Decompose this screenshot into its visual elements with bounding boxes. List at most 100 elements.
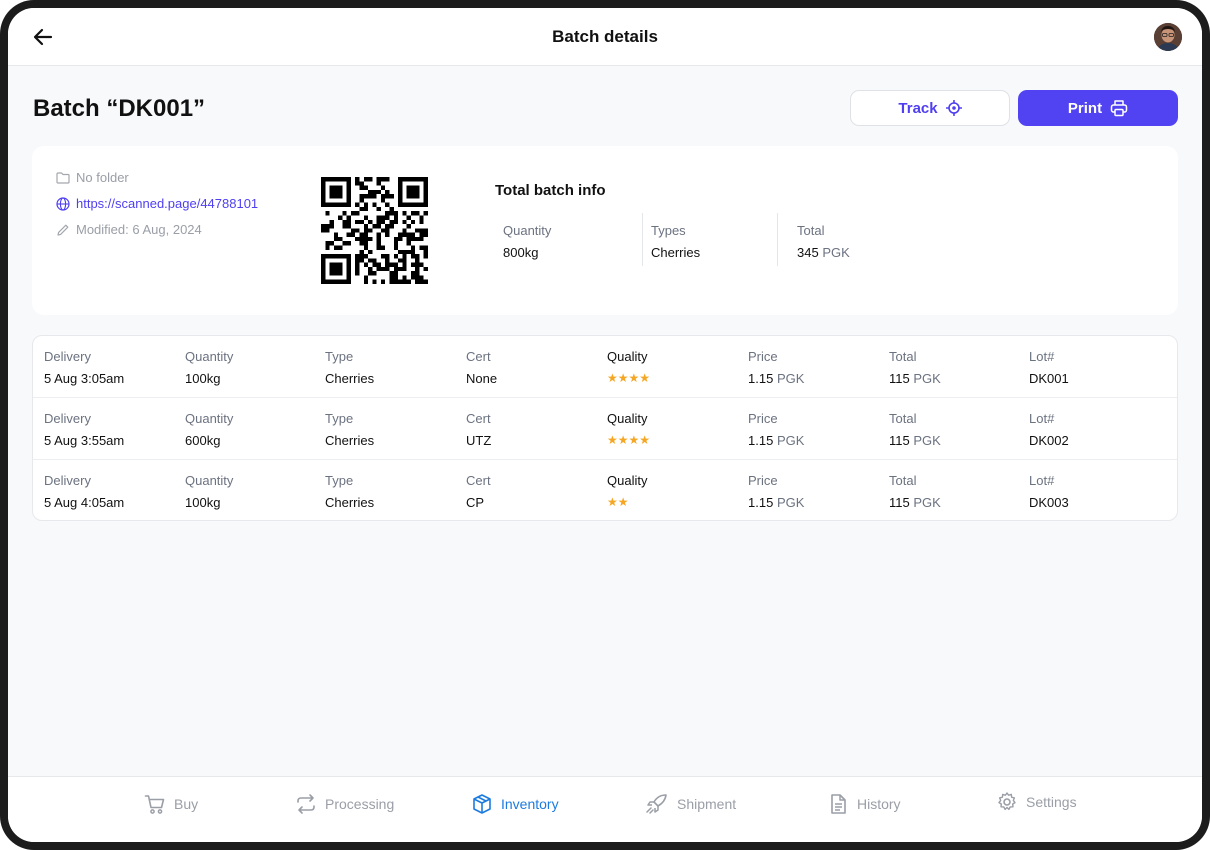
total-value: 115 PGK: [889, 433, 941, 448]
document-icon: [831, 794, 846, 814]
nav-item-shipment[interactable]: Shipment: [645, 793, 736, 815]
folder-text: No folder: [76, 170, 129, 185]
price-unit: PGK: [776, 371, 805, 386]
total-batch-info-title: Total batch info: [495, 182, 606, 199]
globe-icon: [56, 196, 70, 211]
type-cell: Type Cherries: [325, 349, 374, 386]
quantity-label: Quantity: [185, 473, 234, 488]
modified-text: Modified: 6 Aug, 2024: [76, 222, 202, 237]
type-value: Cherries: [325, 433, 375, 448]
device-frame: Batch details Batch “DK001” Track Print: [0, 0, 1210, 850]
top-bar: Batch details: [8, 8, 1202, 66]
price-label: Price: [748, 473, 778, 488]
total-types-col: Types Cherries: [642, 213, 778, 266]
type-label: Type: [325, 411, 354, 426]
lot-label: Lot#: [1029, 411, 1055, 426]
nav-label-inventory: Inventory: [501, 796, 559, 812]
delivery-cell: Delivery 5 Aug 4:05am: [44, 473, 124, 510]
total-amount-value: 345 PGK: [797, 245, 937, 260]
type-cell: Type Cherries: [325, 473, 374, 510]
quality-cell: Quality ★★★★: [607, 411, 650, 447]
price-number: 1.15: [748, 495, 774, 510]
total-amount-col: Total 345 PGK: [777, 213, 937, 266]
rocket-icon: [646, 794, 667, 814]
cert-label: Cert: [466, 349, 491, 364]
nav-item-settings[interactable]: Settings: [996, 791, 1077, 813]
cert-value: CP: [466, 495, 485, 510]
total-number: 115: [889, 433, 910, 448]
price-unit: PGK: [776, 495, 805, 510]
type-label: Type: [325, 473, 354, 488]
total-cell: Total 115 PGK: [889, 473, 941, 510]
lot-cell: Lot# DK003: [1029, 473, 1069, 510]
price-unit: PGK: [776, 433, 805, 448]
page-header-title: Batch details: [552, 27, 658, 46]
repeat-icon: [297, 794, 315, 814]
type-value: Cherries: [325, 495, 375, 510]
quality-stars: ★★★★: [607, 371, 651, 385]
batch-info-card: No folder https://scanned.page/44788101 …: [32, 146, 1178, 315]
nav-label-history: History: [857, 796, 901, 812]
table-row[interactable]: Delivery 5 Aug 4:05am Quantity 100kg Type Che…: [33, 460, 1177, 520]
total-label: Total: [889, 411, 917, 426]
quantity-cell: Quantity 600kg: [185, 411, 233, 448]
nav-label-buy: Buy: [174, 796, 199, 812]
total-unit: PGK: [913, 371, 941, 386]
batch-title: Batch “DK001”: [33, 95, 206, 122]
table-row[interactable]: Delivery 5 Aug 3:05am Quantity 100kg Type Che…: [33, 336, 1177, 398]
lot-cell: Lot# DK001: [1029, 349, 1069, 386]
price-label: Price: [748, 411, 778, 426]
delivery-cell: Delivery 5 Aug 3:05am: [44, 349, 124, 386]
total-quantity-col: Quantity 800kg: [495, 213, 643, 266]
scanned-link-row[interactable]: https://scanned.page/44788101: [56, 196, 258, 211]
delivery-value: 5 Aug 4:05am: [44, 495, 125, 510]
box-icon: [473, 794, 491, 814]
quantity-value: 600kg: [185, 433, 221, 448]
quantity-label: Quantity: [185, 411, 234, 426]
lot-label: Lot#: [1029, 473, 1055, 488]
pencil-icon: [57, 224, 69, 236]
price-value: 1.15 PGK: [748, 433, 804, 448]
folder-row[interactable]: No folder: [56, 170, 129, 185]
qr-code: [321, 177, 428, 284]
gear-icon: [998, 792, 1016, 811]
total-amount-label: Total: [797, 223, 825, 238]
delivery-cell: Delivery 5 Aug 3:55am: [44, 411, 124, 448]
table-row[interactable]: Delivery 5 Aug 3:55am Quantity 600kg Type Che…: [33, 398, 1177, 460]
quality-label: Quality: [607, 349, 648, 364]
avatar[interactable]: [1154, 23, 1182, 51]
quality-label: Quality: [607, 473, 648, 488]
crosshair-icon: [945, 100, 962, 116]
nav-item-history[interactable]: History: [827, 793, 901, 815]
print-button[interactable]: Print: [1018, 90, 1178, 126]
cert-label: Cert: [466, 411, 491, 426]
total-types-label: Types: [651, 223, 686, 238]
lot-label: Lot#: [1029, 349, 1055, 364]
nav-item-buy[interactable]: Buy: [144, 793, 198, 815]
cert-value: UTZ: [466, 433, 492, 448]
price-number: 1.15: [748, 433, 774, 448]
track-button[interactable]: Track: [850, 90, 1010, 126]
lot-cell: Lot# DK002: [1029, 411, 1069, 448]
folder-icon: [56, 171, 70, 184]
quantity-value: 100kg: [185, 495, 221, 510]
nav-item-inventory[interactable]: Inventory: [471, 793, 559, 815]
delivery-label: Delivery: [44, 411, 91, 426]
lot-value: DK001: [1029, 371, 1069, 386]
cert-value: None: [466, 371, 498, 386]
price-value: 1.15 PGK: [748, 371, 804, 386]
quality-cell: Quality ★★: [607, 473, 647, 509]
total-number: 115: [889, 371, 910, 386]
total-number: 115: [889, 495, 910, 510]
total-quantity-value: 800kg: [503, 245, 539, 260]
scanned-link[interactable]: https://scanned.page/44788101: [76, 196, 258, 211]
price-cell: Price 1.15 PGK: [748, 411, 804, 448]
nav-item-processing[interactable]: Processing: [295, 793, 394, 815]
bottom-navigation: Buy Processing Inventory Shipment Histor…: [8, 776, 1202, 842]
deliveries-table: Delivery 5 Aug 3:05am Quantity 100kg Type Che…: [32, 335, 1178, 521]
modified-row: Modified: 6 Aug, 2024: [56, 222, 202, 237]
total-value: 115 PGK: [889, 371, 941, 386]
total-types-value: Cherries: [651, 245, 701, 260]
cert-cell: Cert UTZ: [466, 411, 491, 448]
price-cell: Price 1.15 PGK: [748, 473, 804, 510]
